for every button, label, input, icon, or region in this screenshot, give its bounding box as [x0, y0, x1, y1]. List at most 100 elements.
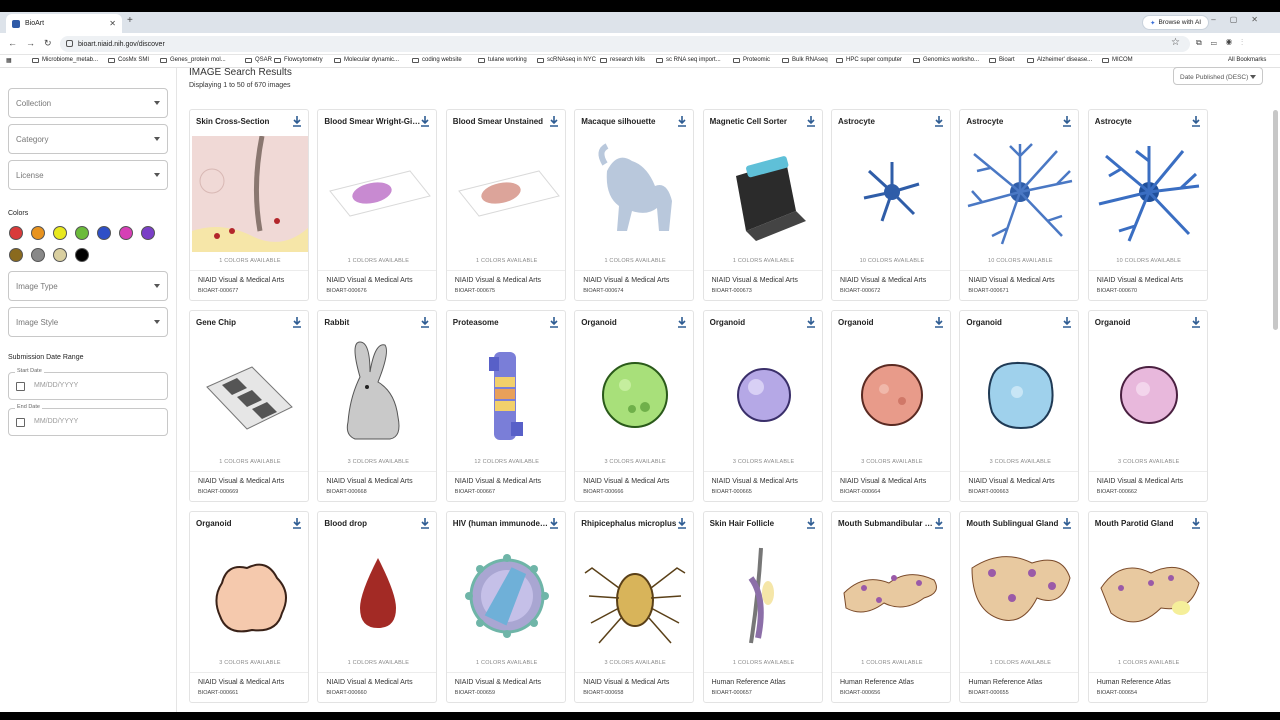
download-icon[interactable] — [292, 317, 302, 328]
color-swatch[interactable] — [31, 248, 45, 262]
download-icon[interactable] — [806, 116, 816, 127]
download-icon[interactable] — [1191, 317, 1201, 328]
download-icon[interactable] — [420, 518, 430, 529]
back-icon[interactable]: ← — [8, 38, 17, 48]
image-card[interactable]: Astrocyte 10 COLORS AVAILABLE NIAID Visual… — [1087, 109, 1208, 301]
card-image[interactable] — [962, 337, 1078, 453]
card-image[interactable] — [192, 136, 308, 252]
image-card[interactable]: Skin Hair Follicle 1 COLORS AVAILABLE Huma… — [702, 511, 823, 703]
download-icon[interactable] — [677, 116, 687, 127]
tab-bioart[interactable]: BioArt ✕ — [6, 14, 122, 33]
close-icon[interactable]: ✕ — [109, 19, 116, 28]
card-image[interactable] — [320, 136, 436, 252]
image-card[interactable]: Organoid 3 COLORS AVAILABLE NIAID Visual &… — [1087, 310, 1208, 502]
bookmark-item[interactable]: QSAR — [245, 57, 272, 63]
image-card[interactable]: Magnetic Cell Sorter 1 COLORS AVAILABLE NI… — [702, 109, 823, 301]
bookmark-item[interactable]: Flowcytometry — [274, 57, 323, 63]
card-image[interactable] — [706, 337, 822, 453]
download-icon[interactable] — [934, 518, 944, 529]
download-icon[interactable] — [1062, 317, 1072, 328]
card-image[interactable] — [1091, 136, 1207, 252]
card-image[interactable] — [320, 538, 436, 654]
download-icon[interactable] — [420, 116, 430, 127]
color-swatch[interactable] — [53, 226, 67, 240]
image-card[interactable]: Organoid 3 COLORS AVAILABLE NIAID Visual &… — [702, 310, 823, 502]
download-icon[interactable] — [292, 116, 302, 127]
url-field[interactable]: bioart.niaid.nih.gov/discover — [60, 36, 1190, 52]
card-image[interactable] — [1091, 538, 1207, 654]
site-info-icon[interactable] — [66, 40, 73, 47]
color-swatch[interactable] — [9, 248, 23, 262]
bookmark-item[interactable]: Alzheimer' disease... — [1027, 57, 1092, 63]
extension-icons[interactable]: ⧉▭◉⋮ — [1196, 38, 1252, 48]
color-swatch[interactable] — [97, 226, 111, 240]
image-card[interactable]: Rhipicephalus microplus 3 COLORS AVAILABL… — [574, 511, 695, 703]
new-tab-button[interactable]: + — [127, 15, 133, 26]
card-image[interactable] — [320, 337, 436, 453]
bookmark-item[interactable]: Microbiome_metab... — [32, 57, 98, 63]
category-select[interactable]: Category — [8, 124, 168, 154]
image-card[interactable]: HIV (human immunodeficiency virus) 1 COLO… — [445, 511, 566, 703]
card-image[interactable] — [834, 136, 950, 252]
color-swatch[interactable] — [119, 226, 133, 240]
download-icon[interactable] — [549, 116, 559, 127]
image-card[interactable]: Blood Smear Unstained 1 COLORS AVAILABLE N… — [445, 109, 566, 301]
image-card[interactable]: Macaque silhouette 1 COLORS AVAILABLE NIAI… — [574, 109, 695, 301]
card-image[interactable] — [706, 136, 822, 252]
image-card[interactable]: Gene Chip 1 COLORS AVAILABLE NIAID Visual … — [189, 310, 309, 502]
image-card[interactable]: Astrocyte 10 COLORS AVAILABLE NIAID Visual… — [831, 109, 951, 301]
bookmark-item[interactable]: coding website — [412, 57, 462, 63]
end-date-field[interactable]: End Date MM/DD/YYYY — [8, 404, 168, 436]
all-bookmarks-button[interactable]: All Bookmarks — [1228, 57, 1266, 63]
bookmark-item[interactable]: Molecular dynamic... — [334, 57, 399, 63]
card-image[interactable] — [834, 337, 950, 453]
download-icon[interactable] — [292, 518, 302, 529]
color-swatch[interactable] — [9, 226, 23, 240]
page-scrollbar[interactable] — [1273, 110, 1278, 330]
image-card[interactable]: Mouth Submandibular Gland 1 COLORS AVAILA… — [831, 511, 951, 703]
color-swatch[interactable] — [31, 226, 45, 240]
calendar-icon[interactable] — [16, 418, 25, 427]
color-swatch[interactable] — [75, 226, 89, 240]
image-card[interactable]: Astrocyte 10 COLORS AVAILABLE NIAID Visual… — [959, 109, 1080, 301]
download-icon[interactable] — [549, 518, 559, 529]
color-swatch[interactable] — [53, 248, 67, 262]
download-icon[interactable] — [1191, 116, 1201, 127]
color-swatch[interactable] — [141, 226, 155, 240]
download-icon[interactable] — [1191, 518, 1201, 529]
download-icon[interactable] — [549, 317, 559, 328]
bookmark-item[interactable]: Genes_protein mol... — [160, 57, 226, 63]
license-select[interactable]: License — [8, 160, 168, 190]
image-card[interactable]: Skin Cross-Section 1 COLORS AVAILABLE NIAI… — [189, 109, 309, 301]
color-swatch[interactable] — [75, 248, 89, 262]
image-card[interactable]: Mouth Parotid Gland 1 COLORS AVAILABLE Hum… — [1087, 511, 1208, 703]
download-icon[interactable] — [806, 518, 816, 529]
image-card[interactable]: Organoid 3 COLORS AVAILABLE NIAID Visual &… — [959, 310, 1080, 502]
apps-icon[interactable]: ▦ — [6, 57, 12, 64]
bookmark-item[interactable]: tulane working — [478, 57, 527, 63]
image-card[interactable]: Blood drop 1 COLORS AVAILABLE NIAID Visual… — [317, 511, 438, 703]
card-image[interactable] — [577, 337, 693, 453]
forward-icon[interactable]: → — [26, 38, 35, 48]
card-image[interactable] — [962, 136, 1078, 252]
image-card[interactable]: Rabbit 3 COLORS AVAILABLE NIAID Visual & M… — [317, 310, 438, 502]
image-card[interactable]: Mouth Sublingual Gland 1 COLORS AVAILABLE… — [959, 511, 1080, 703]
download-icon[interactable] — [1062, 116, 1072, 127]
bookmark-item[interactable]: research kills — [600, 57, 645, 63]
image-style-select[interactable]: Image Style — [8, 307, 168, 337]
bookmark-item[interactable]: HPC super computer — [836, 57, 902, 63]
collection-select[interactable]: Collection — [8, 88, 168, 118]
calendar-icon[interactable] — [16, 382, 25, 391]
image-card[interactable]: Proteasome 12 COLORS AVAILABLE NIAID Visua… — [445, 310, 566, 502]
card-image[interactable] — [706, 538, 822, 654]
download-icon[interactable] — [934, 116, 944, 127]
bookmark-item[interactable]: Genomics worksho... — [913, 57, 979, 63]
card-image[interactable] — [1091, 337, 1207, 453]
reload-icon[interactable]: ↻ — [44, 38, 52, 49]
download-icon[interactable] — [420, 317, 430, 328]
bookmark-item[interactable]: scRNAseq in NYC — [537, 57, 596, 63]
download-icon[interactable] — [934, 317, 944, 328]
sort-select[interactable]: Date Published (DESC) — [1173, 67, 1263, 85]
browse-with-ai-button[interactable]: ✦ Browse with AI — [1142, 15, 1210, 30]
bookmark-star-icon[interactable]: ☆ — [1171, 37, 1180, 48]
